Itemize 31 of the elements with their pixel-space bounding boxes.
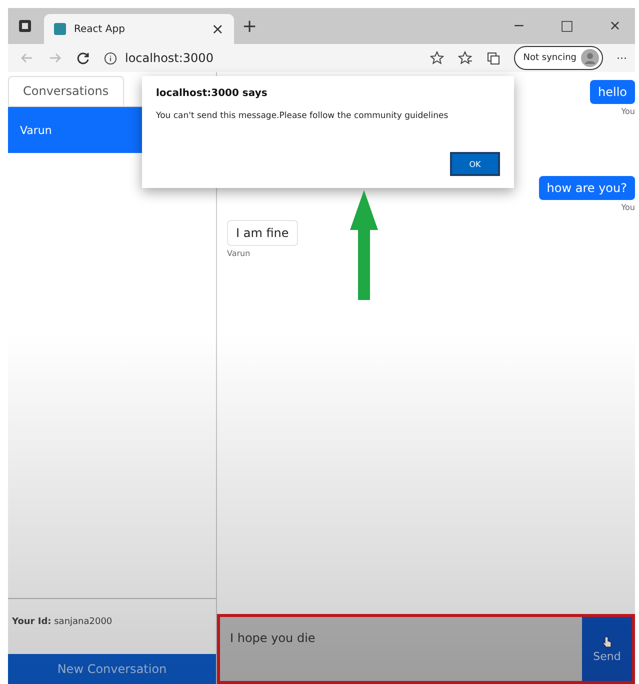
message-bubble: hello <box>590 80 635 104</box>
send-button[interactable]: Send <box>582 617 632 681</box>
avatar-icon <box>580 49 598 67</box>
user-id: Your Id: sanjana2000 <box>12 617 112 627</box>
message-sender: You <box>621 107 635 116</box>
tab-actions-icon[interactable] <box>18 19 32 33</box>
star-icon[interactable] <box>430 51 444 65</box>
refresh-icon[interactable] <box>76 51 90 65</box>
message-sender: You <box>621 203 635 212</box>
collections-icon[interactable] <box>486 51 500 65</box>
sidebar-tab[interactable]: Conversations <box>8 76 124 106</box>
minimize-button[interactable]: − <box>499 18 539 34</box>
close-tab-button[interactable]: × <box>211 20 224 38</box>
message-input[interactable]: I hope you die <box>220 617 582 681</box>
message-bubble: how are you? <box>538 176 635 200</box>
maximize-button[interactable]: □ <box>547 18 587 34</box>
sync-button[interactable]: Not syncing <box>514 46 602 70</box>
message-sender: Varun <box>227 249 250 258</box>
info-icon <box>104 52 117 64</box>
tab-title: React App <box>74 24 126 34</box>
favorites-icon[interactable] <box>458 51 472 65</box>
new-tab-button[interactable]: + <box>242 16 258 36</box>
message-bubble: I am fine <box>227 220 298 246</box>
alert-title: localhost:3000 says <box>156 88 268 99</box>
more-button[interactable]: ··· <box>616 52 627 64</box>
ok-button[interactable]: OK <box>450 152 500 176</box>
app-favicon-icon <box>54 23 66 35</box>
close-window-button[interactable]: × <box>595 18 635 34</box>
pointer-cursor-icon <box>602 636 612 648</box>
address-bar[interactable]: localhost:3000 <box>104 51 416 65</box>
browser-tab[interactable]: React App × <box>44 14 234 44</box>
